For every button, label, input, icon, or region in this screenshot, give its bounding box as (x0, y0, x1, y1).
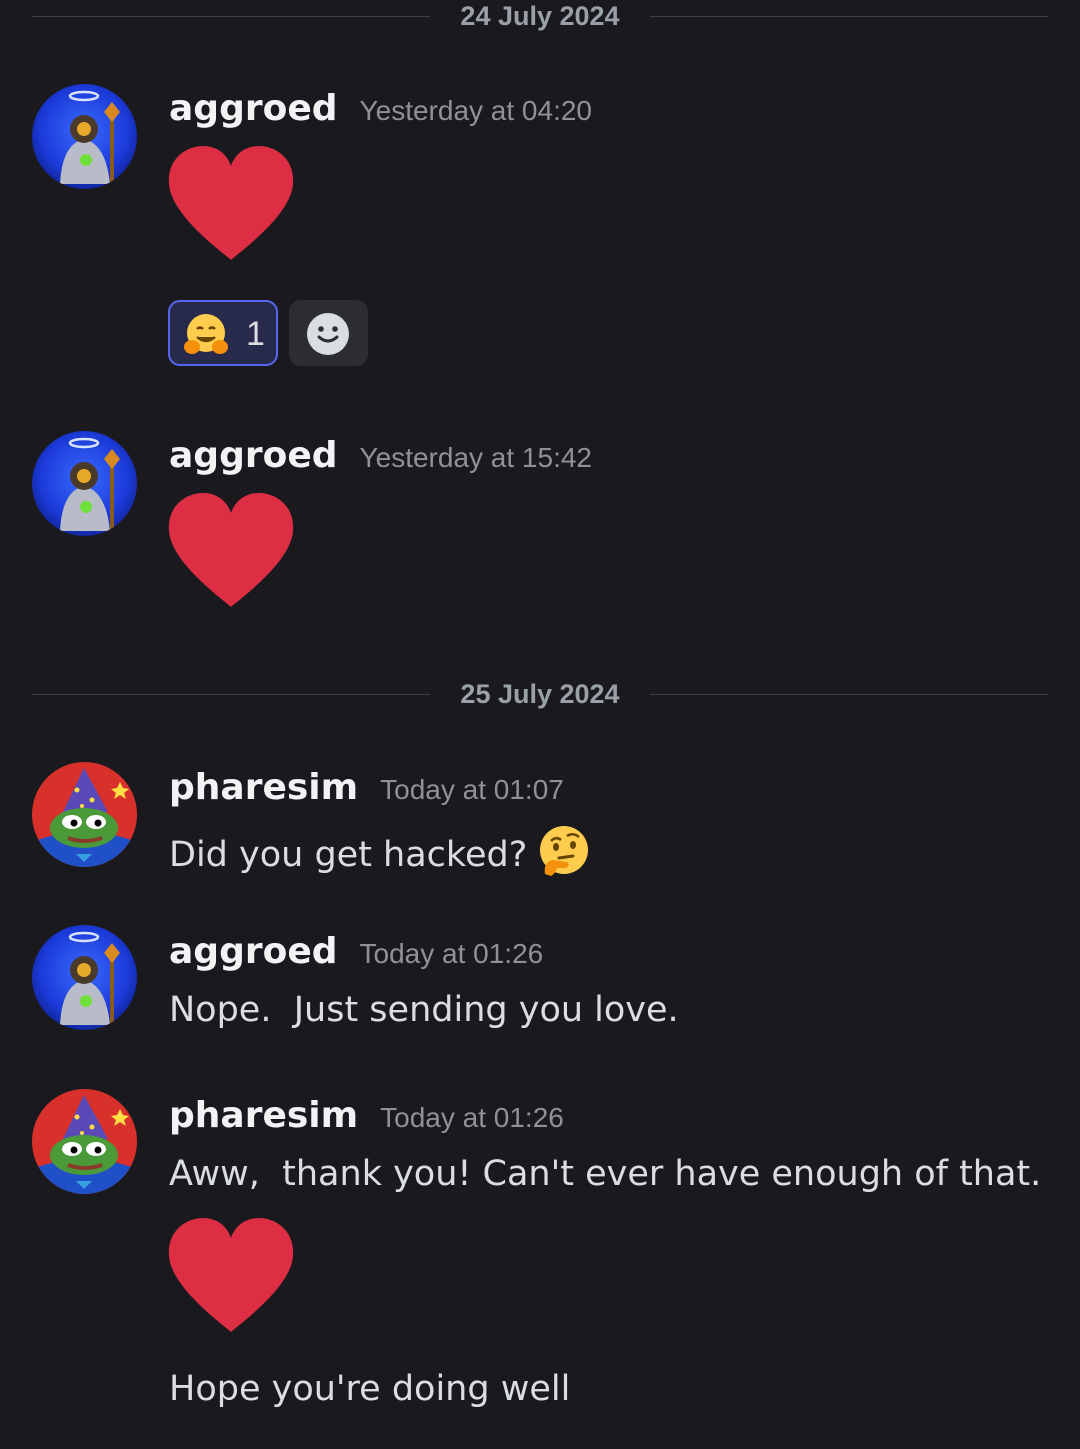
timestamp[interactable]: Today at 01:26 (360, 938, 544, 969)
heart-emoji-icon (168, 493, 294, 607)
avatar[interactable] (32, 925, 137, 1030)
message-text: Hope you're doing well (169, 1369, 571, 1409)
reaction-count: 1 (246, 315, 265, 353)
smiley-add-icon (307, 313, 349, 355)
date-divider: 25 July 2024 (32, 679, 1048, 709)
timestamp[interactable]: Yesterday at 04:20 (360, 95, 592, 126)
username[interactable]: aggroed (169, 931, 338, 972)
message-header: pharesim Today at 01:07 (169, 767, 564, 817)
message-header: aggroed Today at 01:26 (169, 931, 543, 981)
message-text: Nope. Just sending you love. (169, 990, 679, 1030)
avatar[interactable] (32, 1089, 137, 1194)
divider-line (650, 694, 1048, 695)
timestamp[interactable]: Yesterday at 15:42 (360, 442, 592, 473)
message-text-row: Did you get hacked? (169, 824, 591, 878)
date-divider: 24 July 2024 (32, 1, 1048, 31)
username[interactable]: aggroed (169, 435, 338, 476)
message-header: pharesim Today at 01:26 (169, 1095, 564, 1145)
message-text: Did you get hacked? (169, 835, 528, 875)
heart-emoji-icon (168, 1218, 294, 1332)
add-reaction-button[interactable] (289, 300, 368, 366)
message-header: aggroed Yesterday at 04:20 (169, 88, 592, 138)
avatar[interactable] (32, 762, 137, 867)
divider-line (650, 16, 1048, 17)
username[interactable]: pharesim (169, 1095, 358, 1136)
timestamp[interactable]: Today at 01:07 (380, 774, 564, 805)
message-header: aggroed Yesterday at 15:42 (169, 435, 592, 485)
avatar[interactable] (32, 84, 137, 189)
thinking-face-icon (540, 826, 589, 876)
message-text: Aww, thank you! Can't ever have enough o… (169, 1154, 1042, 1194)
timestamp[interactable]: Today at 01:26 (380, 1102, 564, 1133)
username[interactable]: pharesim (169, 767, 358, 808)
reaction-button[interactable]: 1 (168, 300, 278, 366)
hugging-face-icon (184, 314, 228, 354)
heart-emoji-icon (168, 146, 294, 260)
avatar[interactable] (32, 431, 137, 536)
username[interactable]: aggroed (169, 88, 338, 129)
